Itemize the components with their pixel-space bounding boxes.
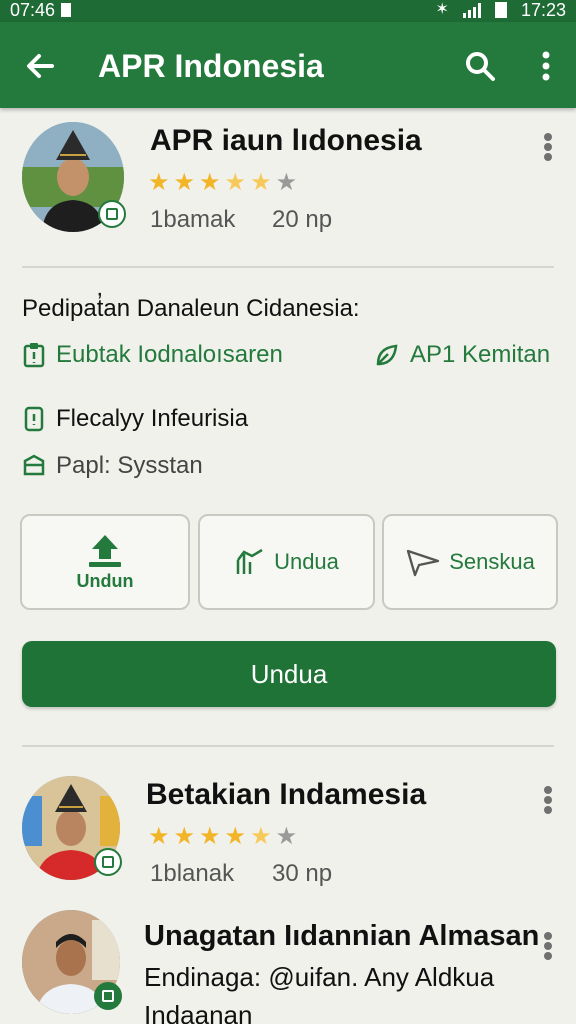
- notification-icon: [61, 3, 72, 17]
- package-icon: [23, 454, 45, 476]
- star-icon: ★: [148, 169, 170, 196]
- signal-icon: [462, 2, 481, 18]
- list-item-meta-right: 30 np: [272, 860, 333, 887]
- star-icon: ★: [199, 823, 221, 850]
- star-icon: ★: [224, 823, 247, 850]
- star-icon: ★: [250, 823, 272, 850]
- verified-badge-icon: [94, 848, 122, 876]
- share-button[interactable]: Senskua: [382, 514, 558, 610]
- featured-rating: ★ ★ ★ ★ ★ ★: [148, 170, 297, 196]
- info-row-two: Papl: Sysstan: [22, 452, 203, 480]
- leaf-icon: [376, 344, 398, 366]
- verified-badge-icon: [98, 200, 126, 228]
- star-icon: ★: [224, 169, 247, 196]
- chart-button[interactable]: Undua: [198, 514, 375, 610]
- badge-icon: [94, 982, 122, 1010]
- list-item-subtitle: Endinaga: @uifan. Any Aldkua: [144, 962, 495, 992]
- send-icon: [407, 549, 440, 577]
- list-item-title: Unagatan Iıdannian Almasan: [144, 920, 540, 952]
- star-icon: ★: [173, 169, 196, 196]
- divider: [22, 266, 554, 268]
- info-row-one-label: Flecalyy Infeurisia: [56, 405, 249, 432]
- bar-chart-icon: [236, 548, 263, 574]
- vibrate-icon: ✶: [435, 1, 449, 18]
- status-time-left: 07:46: [10, 0, 56, 20]
- star-icon: ★: [250, 169, 272, 196]
- list-item-title: Betakian Indamesia: [146, 778, 427, 811]
- list-item-more-icon[interactable]: [542, 932, 554, 960]
- info-row-two-label: Papl: Sysstan: [56, 452, 203, 479]
- link-left[interactable]: Eubtak Iodnaloısaren: [22, 341, 283, 369]
- list-item-rating: ★ ★ ★ ★ ★ ★: [148, 824, 297, 850]
- list-item-subtitle-2: Indaanan: [144, 1000, 253, 1024]
- link-left-label: Eubtak Iodnaloısaren: [56, 341, 283, 368]
- divider: [22, 745, 554, 747]
- device-icon: [24, 406, 44, 432]
- arrow-left-icon[interactable]: [22, 48, 58, 84]
- list-item-more-icon[interactable]: [542, 786, 554, 814]
- list-item-meta-left: 1blanak: [150, 860, 235, 887]
- status-time-right: 17:23: [520, 0, 566, 20]
- featured-title: APR iaun lıdonesia: [150, 124, 422, 157]
- share-button-label: Senskua: [449, 549, 535, 574]
- upload-button-label: Undun: [76, 570, 134, 591]
- star-outline-icon: ★: [275, 823, 298, 850]
- search-icon[interactable]: [462, 48, 498, 84]
- avatar: [22, 776, 122, 880]
- star-icon: ★: [199, 169, 221, 196]
- avatar: [22, 910, 122, 1014]
- app-bar-title: APR Indonesia: [98, 48, 324, 84]
- battery-icon: [494, 2, 507, 18]
- clipboard-icon: [23, 343, 45, 368]
- star-icon: ★: [148, 823, 170, 850]
- status-bar: 07:46 ✶ 17:23: [0, 0, 576, 22]
- info-row-one: Flecalyy Infeurisia: [22, 405, 248, 433]
- link-right-label: AP1 Kemitan: [410, 341, 551, 368]
- primary-download-button[interactable]: Undua: [22, 641, 556, 707]
- avatar: [22, 122, 126, 232]
- featured-more-icon[interactable]: [542, 133, 554, 161]
- upload-button[interactable]: Undun: [20, 514, 190, 610]
- star-outline-icon: ★: [275, 169, 298, 196]
- link-right[interactable]: AP1 Kemitan: [374, 341, 550, 369]
- more-vert-icon[interactable]: [530, 48, 562, 84]
- featured-meta-left: 1bamak: [150, 206, 236, 233]
- app-bar: APR Indonesia: [0, 22, 576, 108]
- star-icon: ★: [173, 823, 196, 850]
- featured-meta-right: 20 np: [272, 206, 333, 233]
- upload-icon: [89, 534, 121, 567]
- chart-button-label: Undua: [274, 549, 339, 574]
- details-heading: Pedipat̓an Danaleun Cidanesia:: [22, 295, 360, 322]
